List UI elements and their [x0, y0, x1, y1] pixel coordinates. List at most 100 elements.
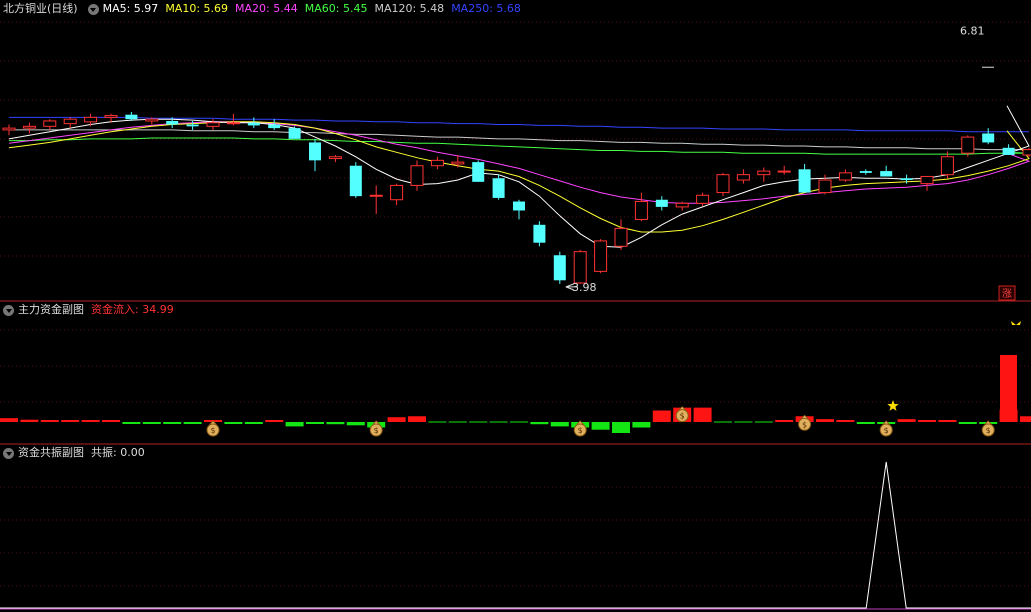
candle: [63, 117, 77, 129]
flow-panel-toggle-icon[interactable]: [3, 304, 14, 316]
candle: [309, 138, 321, 172]
flow-bar-negative: [285, 422, 304, 427]
candle-body: [125, 114, 138, 120]
rise-badge[interactable]: 涨: [998, 285, 1016, 301]
stock-title: 北方铜业(日线): [3, 2, 78, 15]
candle-body: [736, 174, 750, 181]
candle: [716, 172, 730, 197]
candle-body: [2, 127, 16, 131]
candle: [349, 162, 362, 198]
candle: [982, 128, 995, 145]
candle-body: [859, 171, 872, 173]
flow-bar-positive: [102, 420, 120, 422]
candle: [410, 160, 424, 191]
candle: [2, 124, 16, 136]
candle-body: [553, 255, 566, 281]
moneybag-symbol: $: [374, 426, 379, 435]
signal-markers: $ $ $ $ $ $ $: [206, 321, 1021, 437]
flow-bar-negative: [163, 422, 182, 424]
candle-body: [328, 156, 342, 160]
flow-bar-negative: [244, 422, 263, 424]
flow-bar-positive: [20, 419, 39, 422]
flow-bar-negative: [632, 422, 651, 428]
candle: [920, 175, 934, 191]
candle: [798, 163, 811, 193]
candle-body: [166, 120, 179, 125]
ma5-label: MA5: 5.97: [102, 2, 159, 15]
flow-bar-positive: [775, 420, 794, 422]
ma-line-ma60: [9, 137, 1030, 155]
candle: [838, 169, 852, 182]
flow-bar-negative: [183, 422, 202, 424]
flow-bar-positive: [81, 420, 100, 422]
moneybag-symbol: $: [210, 426, 215, 435]
candle: [675, 201, 689, 211]
money-flow-bars: [0, 355, 1031, 433]
flow-bar-negative: [346, 422, 365, 426]
candle-body: [818, 179, 832, 194]
flow-bar-negative: [591, 422, 610, 430]
candle-body: [573, 251, 587, 284]
candle: [1022, 147, 1031, 157]
candle-body: [430, 159, 444, 167]
candle: [880, 165, 893, 177]
rise-badge-label: 涨: [1002, 288, 1012, 300]
candle-body: [349, 165, 362, 197]
candle-body: [757, 170, 771, 176]
ma250-label: MA250: 5.68: [451, 2, 521, 15]
main-panel-toggle-icon[interactable]: [87, 3, 99, 15]
flow-bar-negative: [530, 422, 549, 425]
moving-average-lines: [8, 105, 1031, 248]
candle-body: [614, 227, 628, 247]
flow-bar-positive: [938, 420, 957, 422]
flow-bar-positive: [408, 416, 426, 422]
moneybag-symbol: $: [802, 420, 807, 429]
candle-body: [492, 178, 505, 198]
flow-bar-positive: [0, 418, 18, 422]
candle-body: [634, 201, 648, 220]
flow-bar-negative: [856, 422, 875, 424]
flow-bar-positive: [693, 407, 712, 422]
resonance-panel-header: 资金共振副图 共振: 0.00: [0, 445, 152, 461]
flow-bar-positive: [387, 417, 406, 422]
candle-body: [716, 174, 730, 194]
candle-body: [309, 142, 321, 161]
moneybag-symbol: $: [578, 426, 583, 435]
ma20-label: MA20: 5.44: [235, 2, 298, 15]
candle-body: [798, 169, 811, 193]
candle-body: [675, 202, 689, 208]
candle-body: [920, 175, 934, 185]
candle: [553, 251, 566, 284]
candle-body: [369, 194, 383, 197]
candle: [634, 192, 648, 222]
flow-bar-negative: [306, 422, 324, 424]
flow-bar-positive: [897, 419, 916, 422]
flow-bar-positive: [816, 419, 834, 422]
candle: [369, 185, 383, 215]
flow-indicator-label: 资金流入: 34.99: [91, 303, 174, 316]
flow-bar-negative: [142, 422, 161, 424]
flow-bar-positive: [1000, 355, 1017, 422]
resonance-panel-toggle-icon[interactable]: [3, 447, 14, 459]
candlestick-series: [2, 66, 1031, 291]
resonance-panel-title: 资金共振副图: [18, 446, 84, 459]
moneybag-symbol: $: [680, 412, 685, 421]
candle-body: [533, 224, 546, 243]
ma120-label: MA120: 5.48: [374, 2, 445, 15]
flow-bar-positive: [265, 420, 284, 422]
candle-body: [22, 125, 36, 129]
high-price-label: 6.81: [960, 25, 985, 38]
candle: [1002, 144, 1015, 155]
moneybag-symbol: $: [986, 426, 991, 435]
crown-icon: [1011, 321, 1021, 325]
candle-body: [226, 122, 240, 125]
moneybag-symbol: $: [884, 426, 889, 435]
candle: [940, 151, 954, 179]
flow-bar-negative: [958, 422, 977, 424]
candle-body: [145, 118, 159, 122]
resonance-indicator-label: 共振: 0.00: [91, 446, 145, 459]
candle: [614, 219, 628, 250]
candle: [757, 167, 771, 182]
candle-body: [268, 124, 281, 129]
main-panel-header: 北方铜业(日线) MA5: 5.97 MA10: 5.69 MA20: 5.44…: [0, 1, 528, 17]
